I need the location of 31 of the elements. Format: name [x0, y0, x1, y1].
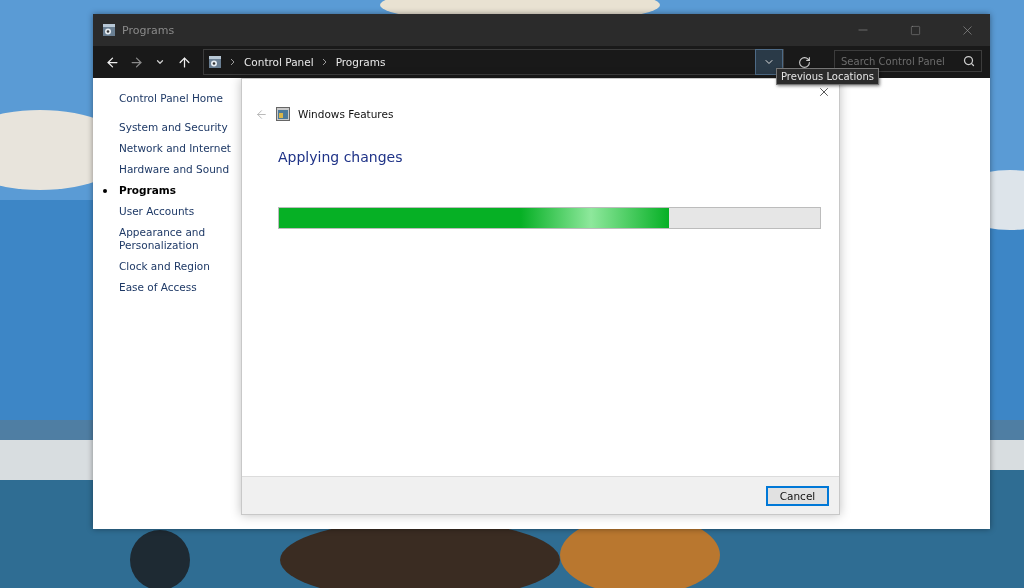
sidebar-item[interactable]: User Accounts — [119, 205, 237, 218]
maximize-icon — [909, 24, 921, 36]
sidebar-item[interactable]: Appearance and Personalization — [119, 226, 237, 252]
tooltip: Previous Locations — [776, 68, 879, 85]
sidebar-item[interactable]: Hardware and Sound — [119, 163, 237, 176]
back-arrow-icon — [104, 54, 120, 70]
breadcrumb[interactable]: Programs — [335, 56, 386, 68]
sidebar-item[interactable]: System and Security — [119, 121, 237, 134]
close-icon — [817, 85, 831, 99]
dialog-heading: Applying changes — [278, 149, 404, 165]
windows-features-icon — [276, 107, 290, 121]
control-panel-icon — [102, 23, 116, 37]
refresh-icon — [797, 55, 811, 69]
sidebar-item[interactable]: Ease of Access — [119, 281, 237, 294]
chevron-icon — [321, 58, 328, 66]
bullet-icon — [103, 189, 107, 193]
chevron-icon — [230, 58, 236, 66]
breadcrumb[interactable]: Control Panel — [244, 56, 314, 68]
sidebar-item[interactable]: Programs — [119, 184, 237, 197]
caret-icon — [155, 57, 165, 67]
dialog-title: Windows Features — [298, 108, 394, 120]
cancel-button[interactable]: Cancel — [766, 485, 829, 506]
sidebar-link[interactable]: Control Panel Home — [119, 92, 237, 104]
close-button[interactable] — [817, 85, 831, 99]
window-title: Programs — [122, 23, 176, 37]
search-icon — [963, 55, 975, 67]
forward-arrow-icon — [128, 54, 144, 70]
previous-locations-button[interactable] — [755, 49, 783, 75]
control-panel-icon — [208, 55, 222, 69]
sidebar-item[interactable]: Clock and Region — [119, 260, 237, 273]
sidebar-item[interactable]: Network and Internet — [119, 142, 237, 155]
